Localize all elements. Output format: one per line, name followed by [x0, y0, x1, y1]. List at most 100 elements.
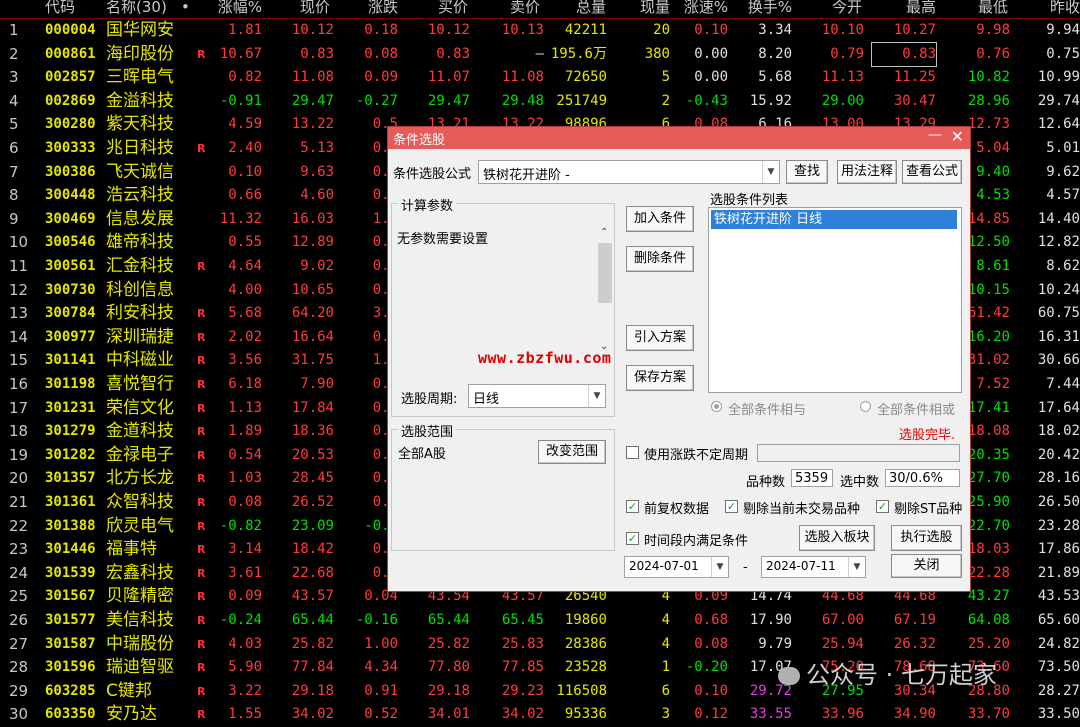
to-block-button[interactable]: 选股入板块 — [799, 525, 875, 551]
condition-list[interactable]: 铁树花开进阶 日线 — [708, 207, 962, 393]
column-header[interactable]: 现量 — [612, 0, 670, 16]
column-header[interactable]: 名称(30) — [106, 0, 167, 16]
period-select[interactable]: 日线 ▼ — [468, 384, 606, 408]
list-item[interactable]: 铁树花开进阶 日线 — [711, 210, 957, 229]
cell-涨速%: 0.12 — [694, 706, 728, 723]
stock-code: 000004 — [45, 22, 96, 38]
cell-昨收: 4.57 — [1046, 187, 1080, 204]
cell-昨收: 73.50 — [1037, 659, 1080, 676]
table-row[interactable]: 2 000861 海印股份 R 10.67 0.83 0.08 0.83–195.6万 380 0… — [0, 41, 1080, 67]
cell-涨幅%: 3.22 — [228, 682, 262, 699]
column-header[interactable]: 卖价 — [478, 0, 540, 16]
find-button[interactable]: 查找 — [786, 160, 828, 184]
column-header[interactable]: 最低 — [944, 0, 1008, 16]
column-header[interactable]: 总量 — [548, 0, 606, 16]
chevron-down-icon[interactable]: ▼ — [711, 557, 728, 577]
close-button[interactable]: 关闭 — [891, 554, 962, 578]
forward-adjust-checkbox[interactable]: ✓ — [626, 500, 639, 513]
cell-昨收: 10.24 — [1037, 281, 1080, 298]
stock-name: 宏鑫科技 — [106, 562, 174, 583]
execute-button[interactable]: 执行选股 — [891, 525, 962, 551]
scrollbar-thumb[interactable] — [598, 243, 612, 303]
table-row[interactable]: 3 002857 三晖电气 0.82 11.08 0.09 11.07 11.08 72650 5… — [0, 66, 1080, 90]
column-header[interactable]: 代码 — [45, 0, 75, 16]
column-header[interactable]: 今开 — [800, 0, 862, 16]
cell-最高: 10.27 — [893, 22, 936, 38]
scroll-up-icon[interactable]: ⌃ — [600, 227, 608, 238]
chevron-down-icon[interactable]: ▼ — [762, 161, 779, 183]
column-header[interactable]: 涨幅% — [200, 0, 262, 16]
exclude-notrade-checkbox[interactable]: ✓ — [725, 500, 738, 513]
row-index: 19 — [9, 445, 29, 464]
cell-换手%: 17.90 — [749, 612, 792, 628]
date-from-picker[interactable]: 2024-07-01 ▼ — [624, 556, 729, 578]
radio-or[interactable] — [860, 401, 871, 412]
variable-period-checkbox[interactable] — [626, 446, 639, 459]
date-to-picker[interactable]: 2024-07-11 ▼ — [761, 556, 866, 578]
chevron-down-icon[interactable]: ▼ — [588, 385, 605, 407]
cell-换手%: 33.55 — [749, 706, 792, 723]
column-header[interactable]: 涨速% — [675, 0, 728, 16]
column-header[interactable]: • — [181, 0, 190, 16]
radio-and-label: 全部条件相与 — [728, 403, 807, 418]
time-range-checkbox[interactable]: ✓ — [626, 532, 639, 545]
stock-name: 科创信息 — [106, 279, 174, 300]
cell-现价: 20.53 — [291, 446, 334, 463]
cell-总量: 195.6万 — [550, 45, 607, 62]
cell-现量: 1 — [661, 659, 670, 676]
table-row[interactable]: 30 603350 安乃达 R 1.55 34.02 0.52 34.01 34.02 95336… — [0, 703, 1080, 727]
cell-卖价: 11.08 — [501, 69, 544, 86]
cell-买价: 10.12 — [427, 22, 470, 38]
dialog-titlebar[interactable]: 条件选股 — ✕ — [388, 127, 970, 149]
params-scrollbar[interactable]: ⌃ ⌄ — [597, 227, 613, 352]
change-range-button[interactable]: 改变范围 — [538, 440, 606, 464]
column-header[interactable]: 最高 — [872, 0, 936, 16]
table-row[interactable]: 4 002869 金溢科技 -0.91 29.47 -0.27 29.47 29.48 2517… — [0, 90, 1080, 114]
stock-name: 深圳瑞捷 — [106, 326, 174, 347]
cell-总量: 19860 — [564, 612, 607, 628]
cell-昨收: 65.60 — [1037, 612, 1080, 628]
minimize-icon[interactable]: — — [928, 127, 942, 143]
stock-code: 301567 — [45, 588, 96, 605]
column-header[interactable]: 涨跌 — [340, 0, 398, 16]
usage-notes-button[interactable]: 用法注释 — [837, 160, 897, 184]
delete-condition-button[interactable]: 删除条件 — [626, 246, 694, 272]
cell-现价: 29.18 — [291, 682, 334, 699]
stock-code: 603285 — [45, 682, 96, 699]
cell-最高: 34.90 — [893, 706, 936, 723]
import-scheme-button[interactable]: 引入方案 — [626, 325, 694, 351]
cell-最高: 26.32 — [893, 635, 936, 652]
add-condition-button[interactable]: 加入条件 — [626, 206, 694, 232]
cell-卖价: 34.02 — [501, 706, 544, 723]
column-header[interactable]: 昨收 — [1012, 0, 1080, 16]
stock-name: 国华网安 — [106, 20, 174, 40]
view-formula-button[interactable]: 查看公式 — [902, 160, 962, 184]
cell-卖价: 29.23 — [501, 682, 544, 699]
exclude-st-checkbox[interactable]: ✓ — [876, 500, 889, 513]
cell-买价: 77.80 — [427, 659, 470, 676]
cell-昨收: 9.94 — [1046, 22, 1080, 38]
cell-现价: 23.09 — [291, 517, 334, 534]
table-row[interactable]: 26 301577 美信科技 R -0.24 65.44 -0.16 65.44 65.45 19… — [0, 609, 1080, 633]
date-from-value: 2024-07-01 — [629, 559, 699, 573]
table-row[interactable]: 1 000004 国华网安 1.81 10.12 0.18 10.12 10.13 42211 2… — [0, 19, 1080, 43]
table-row[interactable]: 27 301587 中瑞股份 R 4.03 25.82 1.00 25.82 25.83 2838… — [0, 633, 1080, 657]
wechat-icon — [778, 667, 800, 685]
column-header[interactable]: 买价 — [405, 0, 468, 16]
close-icon[interactable]: ✕ — [951, 127, 964, 146]
chevron-down-icon[interactable]: ▼ — [848, 557, 865, 577]
column-header[interactable]: 现价 — [268, 0, 330, 16]
cell-涨速%: 0.00 — [694, 45, 728, 62]
stock-code: 300469 — [45, 210, 96, 227]
save-scheme-button[interactable]: 保存方案 — [626, 365, 694, 391]
cell-昨收: 12.64 — [1037, 116, 1080, 133]
column-header[interactable]: 换手% — [735, 0, 792, 16]
radio-and[interactable] — [711, 401, 722, 412]
cell-卖价: 25.83 — [501, 635, 544, 652]
cell-昨收: 12.82 — [1037, 234, 1080, 251]
cell-涨幅%: 0.66 — [228, 187, 262, 204]
variable-period-field[interactable] — [757, 444, 960, 462]
formula-select[interactable]: 铁树花开进阶 - ▼ — [478, 160, 780, 184]
cell-现价: 9.02 — [300, 258, 334, 274]
cell-涨幅%: 1.55 — [228, 706, 262, 723]
